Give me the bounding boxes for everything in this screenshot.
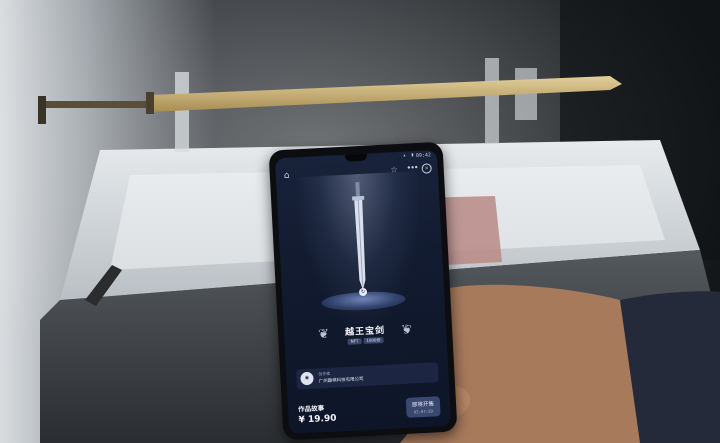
creator-avatar: ◉ [300,371,314,386]
price: ¥ 19.90 [298,413,337,426]
smartphone: ▴ ▮ 09:42 ⌂ ☆ ••• × ↻ ❦ ❦ 越王宝剑 NFT 1000份 … [268,141,458,441]
status-icons: ▴ ▮ [402,152,416,159]
sale-button[interactable]: 即将开售 02:07:59 [405,396,441,418]
close-icon[interactable]: × [421,163,432,174]
creator-role: 创作者 [318,370,331,377]
status-time: 09:42 [415,152,432,160]
phone-screen: ▴ ▮ 09:42 ⌂ ☆ ••• × ↻ ❦ ❦ 越王宝剑 NFT 1000份 … [274,149,452,435]
creator-card[interactable]: ◉ 创作者 广州趣棋科技有限公司 [296,362,439,390]
badge-count: 1000份 [363,336,384,345]
sale-countdown: 02:07:59 [413,408,434,415]
home-icon[interactable]: ⌂ [284,170,295,181]
badge-type: NFT [347,338,362,345]
story-label[interactable]: 作品故事 [298,402,324,413]
creator-org: 广州趣棋科技有限公司 [318,377,364,385]
